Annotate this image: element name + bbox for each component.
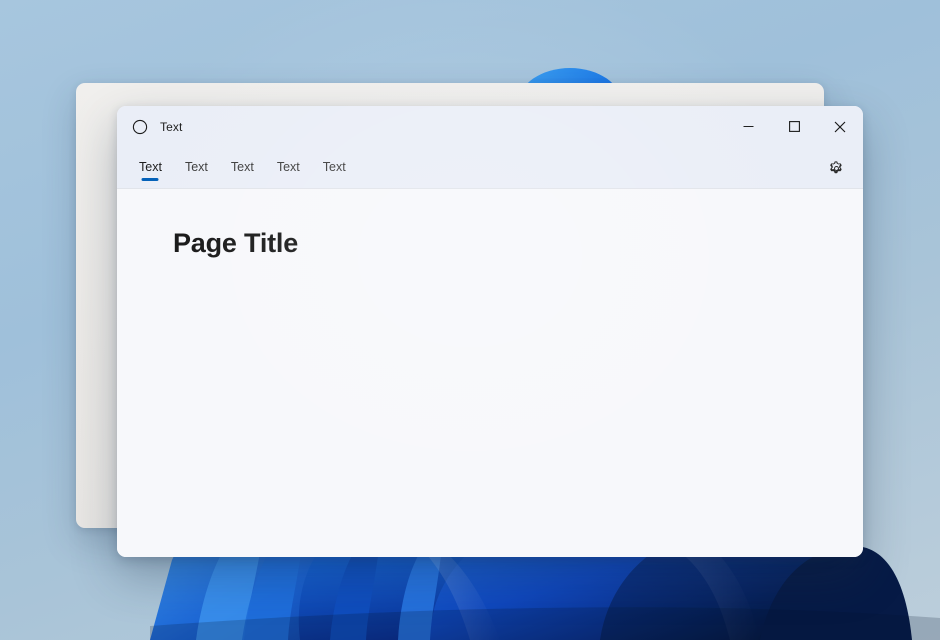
window-caption-buttons (725, 106, 863, 147)
tab-label: Text (277, 147, 300, 174)
tab-strip: Text Text Text Text Text (117, 147, 863, 189)
content-area: Page Title (117, 189, 863, 557)
minimize-icon (743, 121, 754, 132)
tab-label: Text (185, 147, 208, 174)
minimize-button[interactable] (725, 106, 771, 147)
tab-1[interactable]: Text (139, 147, 162, 189)
window-title: Text (160, 121, 182, 133)
tab-label: Text (323, 147, 346, 174)
tab-label: Text (139, 147, 162, 174)
page-title: Page Title (173, 229, 863, 259)
close-icon (834, 121, 846, 133)
settings-button[interactable] (821, 153, 851, 183)
gear-icon (828, 160, 845, 177)
maximize-button[interactable] (771, 106, 817, 147)
tab-label: Text (231, 147, 254, 174)
desktop: Text (0, 0, 940, 640)
tab-4[interactable]: Text (277, 147, 300, 189)
close-button[interactable] (817, 106, 863, 147)
maximize-icon (789, 121, 800, 132)
tab-5[interactable]: Text (323, 147, 346, 189)
tab-2[interactable]: Text (185, 147, 208, 189)
circle-outline-icon (132, 119, 148, 135)
active-tab-indicator (142, 178, 159, 181)
window-titlebar[interactable]: Text (117, 106, 863, 147)
app-window: Text (117, 106, 863, 557)
tab-3[interactable]: Text (231, 147, 254, 189)
